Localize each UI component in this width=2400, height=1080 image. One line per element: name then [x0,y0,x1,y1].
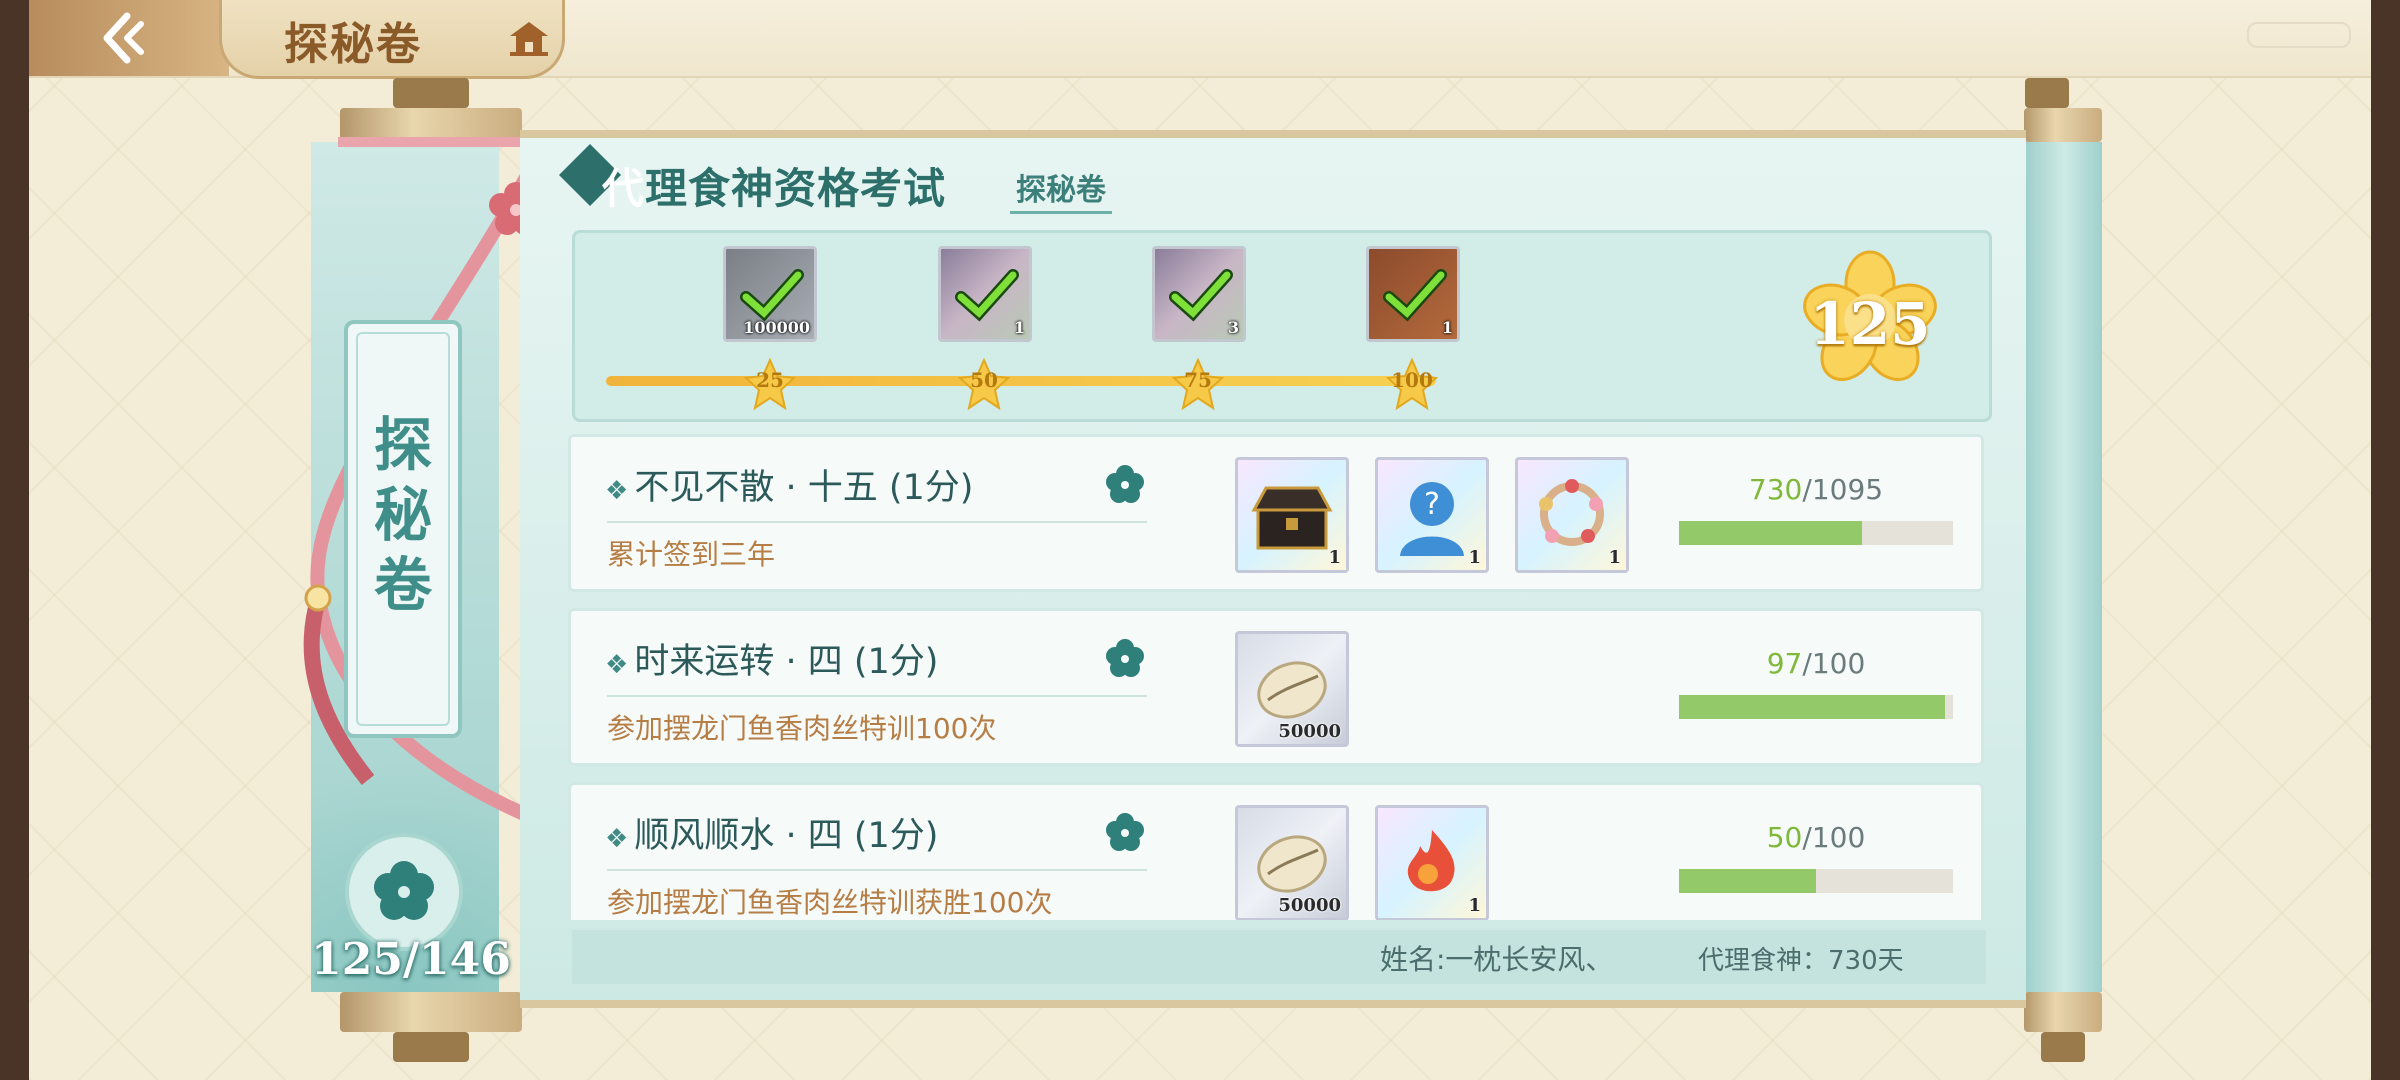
flower-icon [374,861,434,920]
task-description: 参加摆龙门鱼香肉丝特训获胜100次 [607,886,1053,919]
flower-icon [1106,813,1144,851]
svg-text:?: ? [1424,487,1440,522]
right-rod-bottom-cap [2041,1032,2085,1062]
reward-item[interactable]: 50000 [1235,631,1349,747]
task-progress-bar [1679,695,1953,719]
task-description: 累计签到三年 [607,538,776,571]
total-score: 125/146 [311,934,511,985]
flower-icon [1106,465,1144,503]
reward-item[interactable]: 1 [1235,457,1349,573]
left-rod-bottom-cap [393,1032,469,1062]
player-name: 姓名:一枕长安风、 [1380,943,1614,976]
task-name: ❖ 不见不散 · 十五 (1分) [605,468,974,508]
task-name: ❖ 顺风顺水 · 四 (1分) [605,816,939,856]
reward-item[interactable]: 1 [1375,805,1489,920]
milestone-threshold: 25 [756,368,784,392]
divider [607,695,1147,697]
current-score: 125 [1809,290,1931,358]
milestone-progress-track [606,376,1436,386]
task-description: 参加摆龙门鱼香肉丝特训100次 [607,712,997,745]
task-row: ❖ 不见不散 · 十五 (1分) 累计签到三年 1 ? 1 1 730/1095 [568,434,1984,592]
reward-item[interactable]: 50000 [1235,805,1349,920]
footer-bar: 姓名:一枕长安风、 代理食神：730天 [572,930,1986,984]
milestone-threshold: 50 [970,368,998,392]
milestone-threshold: 75 [1184,368,1212,392]
flame-spirit-icon [1407,830,1455,892]
back-button[interactable] [29,0,229,76]
task-name: ❖ 时来运转 · 四 (1分) [605,642,939,682]
divider [607,869,1147,871]
vertical-title-plaque: 探 秘 卷 [344,320,462,738]
check-icon [1169,269,1233,322]
flower-icon [1106,639,1144,677]
reward-item[interactable]: ? 1 [1375,457,1489,573]
lacquer-chest-icon [1251,486,1333,550]
check-icon [740,269,804,322]
home-button[interactable] [499,10,559,66]
cowrie-shell-icon [1257,835,1327,893]
task-progress-text: 730/1095 [1748,473,1884,506]
task-progress-bar [1679,869,1953,893]
reward-item[interactable]: 1 [1515,457,1629,573]
flower-wreath-icon [1539,479,1604,546]
milestone-reward-3[interactable]: 3 [1152,246,1246,342]
back-arrow-icon [103,12,144,64]
diamond-bullet-icon: ❖ [605,476,629,506]
left-rod-top-cap [393,78,469,108]
task-progress-text: 97/100 [1766,647,1866,680]
milestone-reward-4[interactable]: 1 [1366,246,1460,342]
task-list[interactable]: ❖ 不见不散 · 十五 (1分) 累计签到三年 1 ? 1 1 730/1095 … [568,434,1984,920]
task-row: ❖ 时来运转 · 四 (1分) 参加摆龙门鱼香肉丝特训100次 50000 97/… [568,608,1984,766]
vertical-title: 探 秘 卷 [373,411,432,619]
task-row: ❖ 顺风顺水 · 四 (1分) 参加摆龙门鱼香肉丝特训获胜100次 50000 1… [568,782,1984,920]
exam-subtitle: 探秘卷 [1010,165,1112,214]
milestone-threshold: 100 [1391,368,1433,392]
diamond-bullet-icon: ❖ [605,824,629,854]
right-rod-bottom [2024,992,2102,1032]
right-panel [2026,142,2102,992]
check-icon [955,269,1019,322]
top-bar: 探秘卷 [29,0,2371,79]
agent-days: 代理食神：730天 [1698,946,1904,976]
top-right-indicator [2247,22,2351,48]
divider [607,521,1147,523]
right-rod-top-cap [2025,78,2069,108]
task-progress-bar [1679,521,1953,545]
milestone-reward-2[interactable]: 1 [938,246,1032,342]
left-rod-bottom [340,992,522,1032]
milestone-reward-1[interactable]: 100000 [723,246,817,342]
check-icon [1383,269,1447,322]
diamond-bullet-icon: ❖ [605,650,629,680]
exam-title: 代理食神资格考试 [602,164,947,213]
right-rod-top [2024,108,2102,142]
cowrie-shell-icon [1257,661,1327,719]
mystery-avatar-icon: ? [1400,482,1464,556]
page-title: 探秘卷 [284,19,422,70]
task-progress-text: 50/100 [1766,821,1866,854]
home-icon [510,22,548,56]
